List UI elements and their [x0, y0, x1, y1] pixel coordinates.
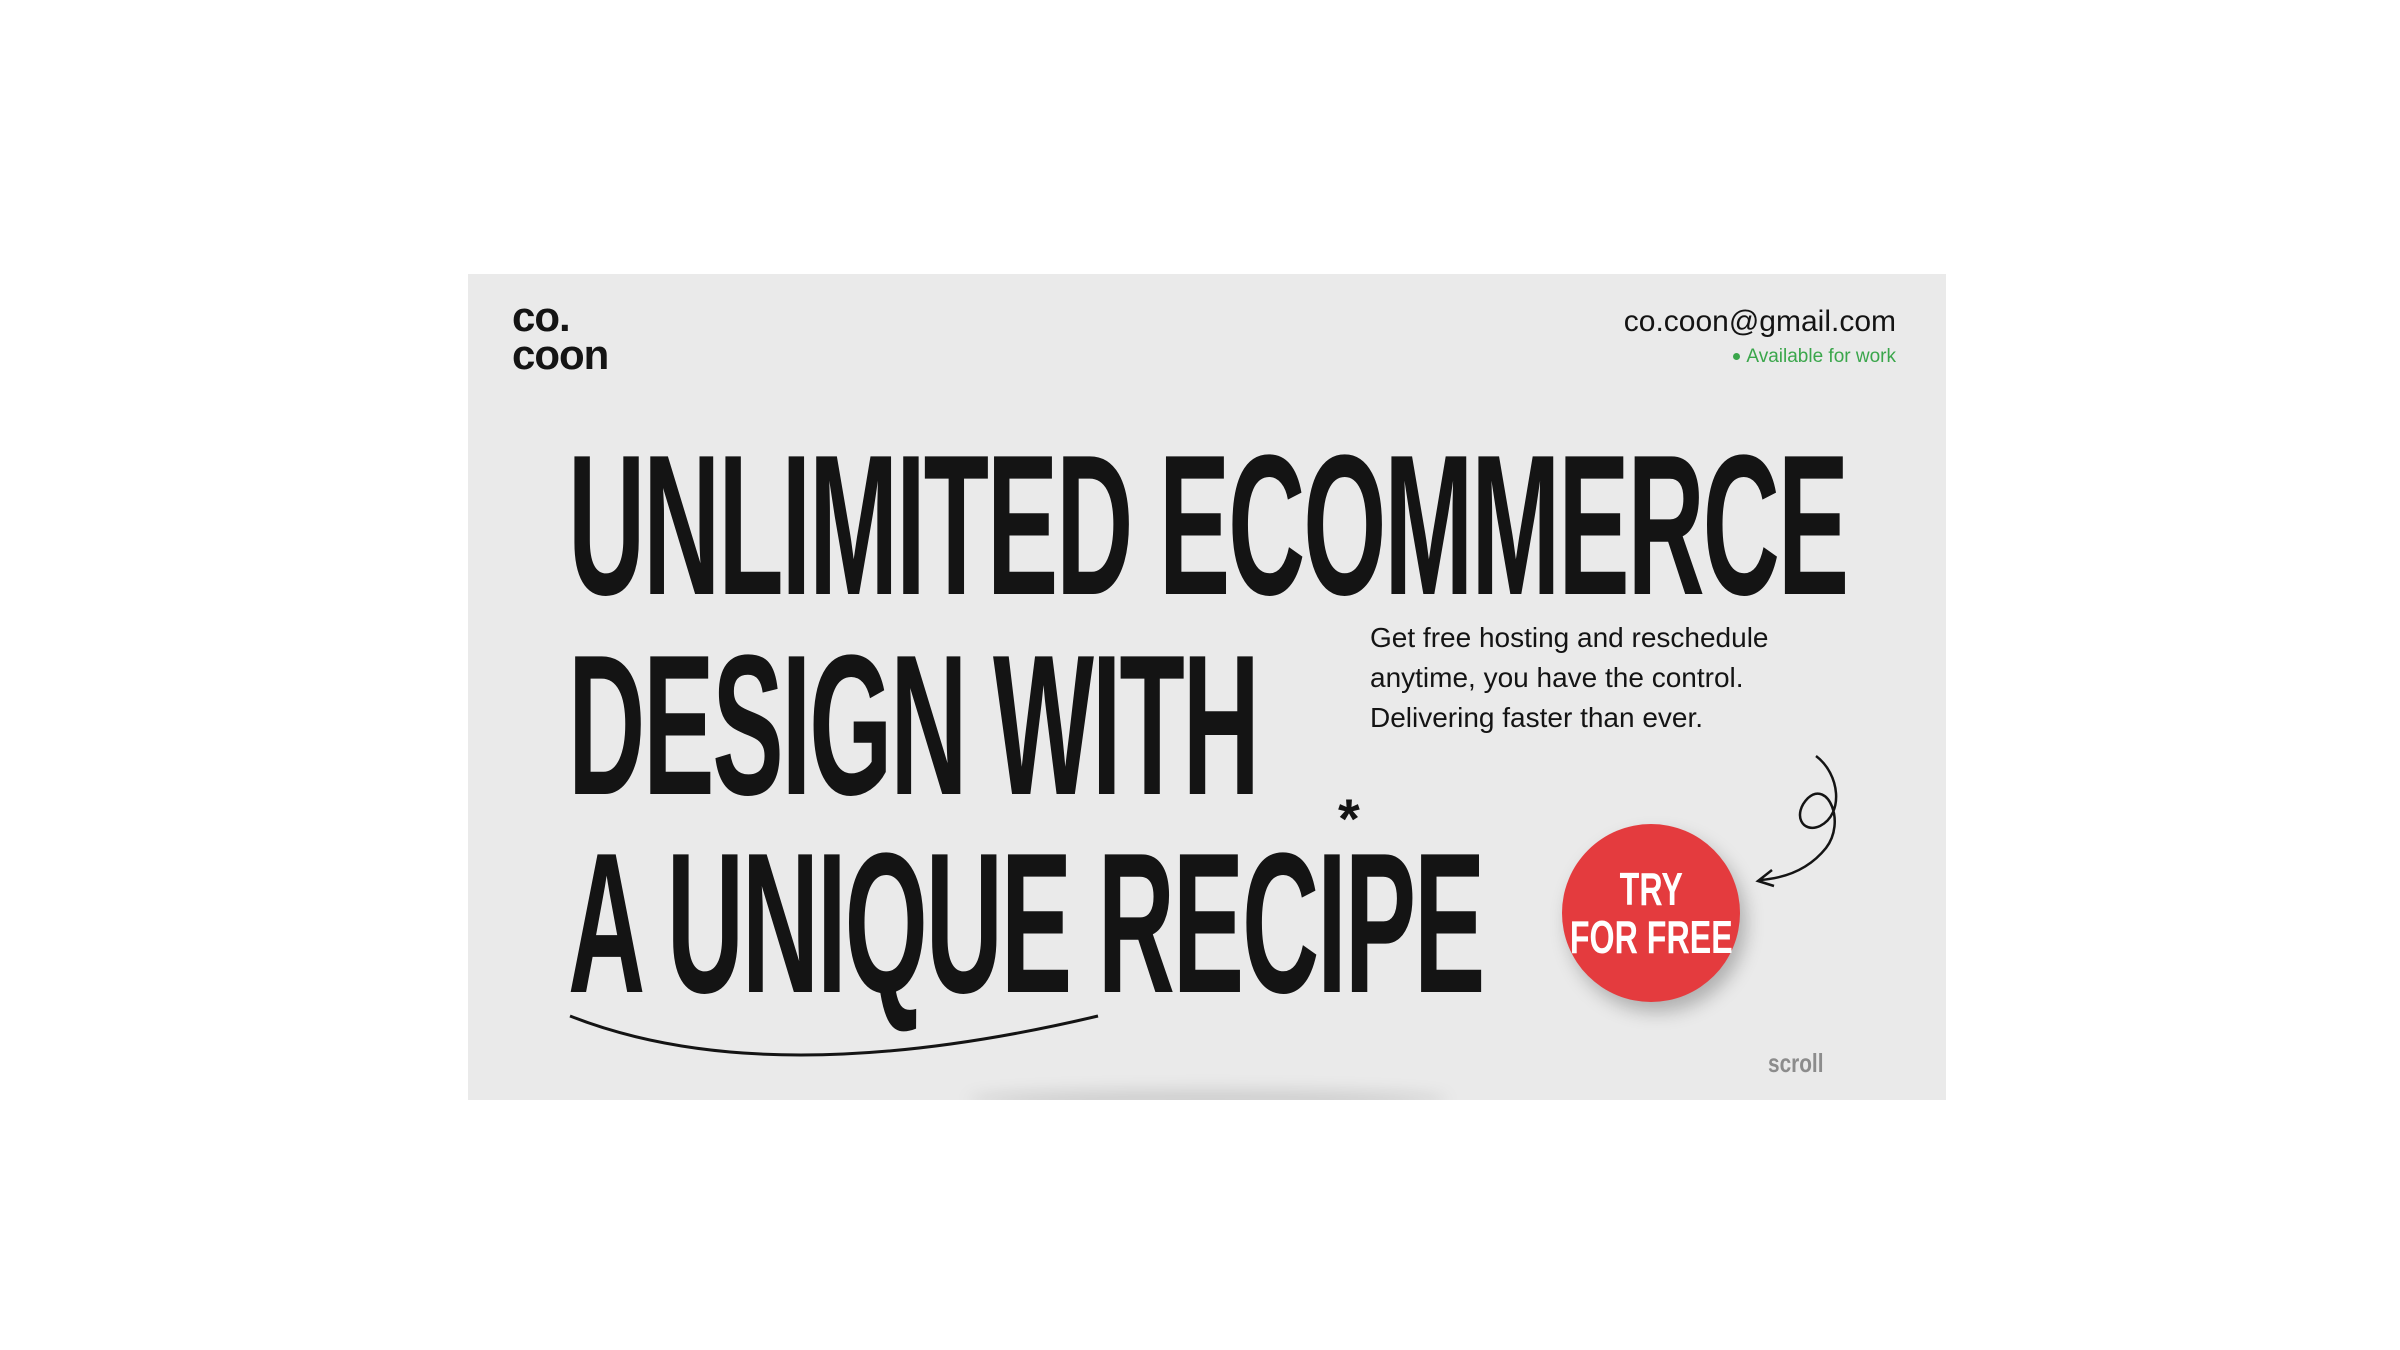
cta-line-1: TRY — [1619, 863, 1683, 915]
try-for-free-button[interactable]: TRY FOR FREE — [1562, 824, 1740, 1002]
underline-swoosh — [569, 1014, 1099, 1057]
cta-line-2: FOR FREE — [1569, 911, 1733, 963]
decorations — [569, 755, 1838, 1057]
scroll-indicator[interactable]: scroll — [1768, 1048, 1824, 1079]
cta-label: TRY FOR FREE — [1570, 865, 1733, 961]
curly-arrow-icon — [1759, 755, 1838, 882]
page: co. coon co.coon@gmail.com Available for… — [0, 0, 2400, 1350]
hero-card: co. coon co.coon@gmail.com Available for… — [468, 274, 1946, 1100]
